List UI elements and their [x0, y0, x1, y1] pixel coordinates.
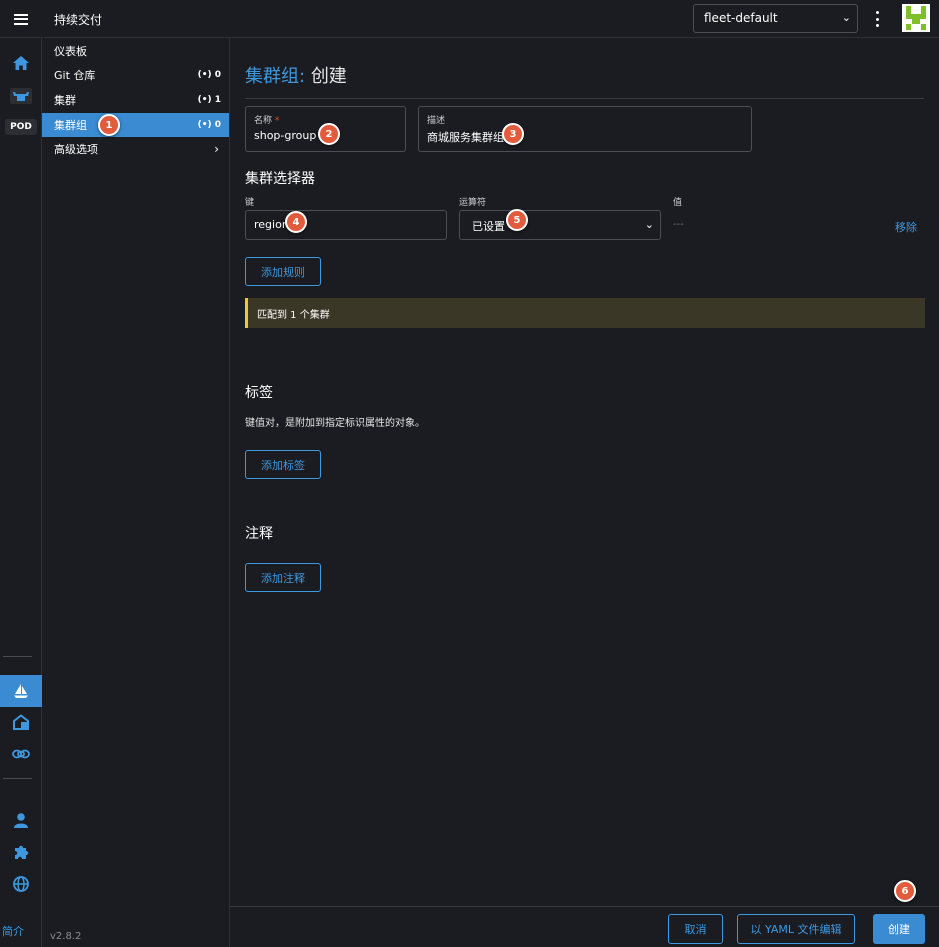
rail-divider	[3, 778, 32, 779]
user-avatar[interactable]	[902, 4, 930, 32]
form-footer: 取消 以 YAML 文件编辑 创建	[230, 906, 939, 947]
value-label: 值	[673, 198, 683, 208]
cancel-button[interactable]: 取消	[668, 914, 723, 944]
namespace-value: fleet-default	[704, 11, 778, 25]
description-input[interactable]: 商城服务集群组	[427, 129, 504, 145]
user-icon	[14, 812, 28, 828]
namespace-select[interactable]: fleet-default ⌄	[693, 4, 858, 33]
puzzle-icon	[15, 845, 29, 859]
step-marker: 4	[285, 211, 307, 233]
sailboat-icon	[14, 684, 28, 698]
name-field-label: 名称 *	[254, 116, 280, 126]
version-label: v2.8.2	[50, 931, 82, 942]
top-bar: 持续交付 fleet-default ⌄	[0, 0, 939, 38]
labels-description: 键值对，是附加到指定标识属性的对象。	[245, 418, 425, 429]
page-title-text: 创建	[310, 66, 347, 87]
home-button[interactable]	[0, 48, 42, 78]
name-input[interactable]: shop-group	[254, 129, 316, 142]
rancher-cluster-button[interactable]	[0, 81, 42, 111]
about-link[interactable]: 简介	[2, 923, 24, 939]
hamburger-icon	[14, 13, 28, 25]
pod-badge: POD	[5, 119, 37, 135]
add-label-button[interactable]: 添加标签	[245, 450, 321, 479]
step-marker: 2	[318, 123, 340, 145]
cluster-management-button[interactable]	[0, 707, 42, 737]
edit-as-yaml-button[interactable]: 以 YAML 文件编辑	[737, 914, 855, 944]
nav-item-dashboard[interactable]: 仪表板	[42, 39, 229, 63]
kebab-dot-icon	[875, 17, 879, 21]
chevron-right-icon: ›	[214, 142, 219, 156]
virtualization-button[interactable]	[0, 739, 42, 769]
chevron-down-icon: ⌄	[841, 11, 851, 24]
barn-icon	[13, 714, 29, 730]
global-settings-button[interactable]	[0, 869, 42, 899]
remove-rule-button[interactable]: 移除	[895, 219, 917, 235]
operator-select[interactable]: 已设置 ⌄	[459, 210, 661, 240]
chain-icon	[12, 749, 30, 759]
description-field-label: 描述	[427, 116, 446, 126]
nav-item-label: 集群	[54, 94, 76, 107]
resource-count-icon: (•)	[197, 120, 212, 130]
nav-count: (•) 1	[197, 95, 221, 105]
pod-cluster-button[interactable]: POD	[0, 112, 42, 142]
nav-item-clusters[interactable]: 集群 (•) 1	[42, 88, 229, 112]
nav-item-label: 集群组	[54, 119, 87, 132]
menu-button[interactable]	[0, 0, 42, 38]
rail-divider	[3, 656, 32, 657]
annotations-heading: 注释	[245, 526, 273, 542]
side-nav: 仪表板 Git 仓库 (•) 0 集群 (•) 1 集群组 (•) 0 高级选项…	[42, 38, 230, 947]
icon-rail: POD 简介	[0, 38, 42, 947]
app-title: 持续交付	[54, 13, 103, 27]
nav-count: (•) 0	[197, 120, 221, 130]
home-icon	[13, 56, 29, 70]
cluster-selector-heading: 集群选择器	[245, 171, 315, 187]
step-marker: 3	[502, 123, 524, 145]
continuous-delivery-button[interactable]	[0, 675, 42, 707]
step-marker: 5	[506, 209, 528, 231]
title-divider	[245, 98, 924, 99]
globe-icon	[13, 876, 29, 892]
nav-count: (•) 0	[197, 70, 221, 80]
step-marker: 1	[98, 114, 120, 136]
nav-item-advanced[interactable]: 高级选项 ›	[42, 137, 229, 161]
description-field[interactable]: 描述 商城服务集群组	[418, 106, 752, 152]
page-title: 集群组: 创建	[245, 62, 347, 88]
chevron-down-icon: ⌄	[644, 218, 654, 231]
users-button[interactable]	[0, 805, 42, 835]
nav-item-label: 高级选项	[54, 143, 98, 156]
kebab-dot-icon	[875, 24, 879, 27]
value-placeholder: ---	[673, 219, 684, 230]
labels-heading: 标签	[245, 385, 273, 401]
kebab-dot-icon	[875, 11, 879, 14]
extensions-button[interactable]	[0, 837, 42, 867]
app: 持续交付 fleet-default ⌄ POD 简介 仪表板 Git 仓库 (…	[0, 0, 939, 947]
add-rule-button[interactable]: 添加规则	[245, 257, 321, 286]
nav-item-label: Git 仓库	[54, 69, 96, 82]
operator-label: 运算符	[459, 198, 487, 208]
main-content: 集群组: 创建 名称 * shop-group 描述 商城服务集群组 集群选择器…	[230, 38, 939, 906]
resource-count-icon: (•)	[197, 70, 212, 80]
nav-item-label: 仪表板	[54, 45, 87, 58]
more-menu-button[interactable]	[868, 9, 886, 29]
selector-key-input[interactable]: region	[245, 210, 447, 240]
add-annotation-button[interactable]: 添加注释	[245, 563, 321, 592]
step-marker: 6	[894, 880, 916, 902]
nav-item-git-repos[interactable]: Git 仓库 (•) 0	[42, 63, 229, 87]
resource-count-icon: (•)	[197, 95, 212, 105]
create-button[interactable]: 创建	[873, 914, 925, 944]
key-label: 键	[245, 198, 255, 208]
operator-value: 已设置	[472, 220, 505, 233]
cow-icon	[10, 88, 32, 104]
breadcrumb-link[interactable]: 集群组:	[245, 66, 305, 87]
nav-item-cluster-groups[interactable]: 集群组 (•) 0	[42, 113, 229, 137]
match-banner: 匹配到 1 个集群	[245, 298, 925, 328]
